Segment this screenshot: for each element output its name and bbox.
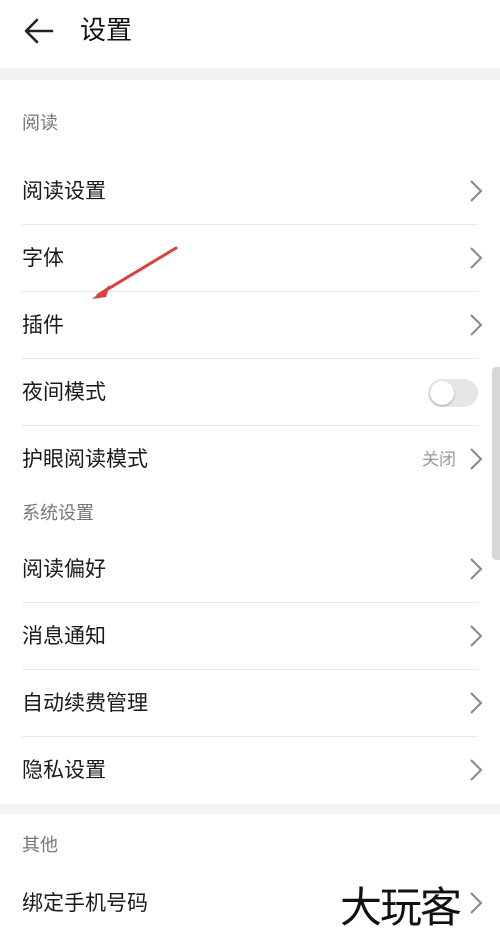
settings-item-label: 消息通知 — [22, 624, 106, 648]
page-title: 设置 — [80, 16, 133, 46]
chevron-right-icon — [470, 759, 483, 781]
night-mode-toggle[interactable] — [428, 379, 478, 407]
chevron-right-icon — [470, 314, 483, 336]
settings-item-value: 关闭 — [422, 450, 456, 470]
settings-item-label: 隐私设置 — [22, 758, 106, 782]
settings-item-night-mode: 夜间模式 — [22, 359, 478, 426]
chevron-right-icon — [470, 692, 483, 714]
settings-item-auto-renewal[interactable]: 自动续费管理 — [22, 670, 483, 737]
settings-item-reading-preference[interactable]: 阅读偏好 — [22, 536, 483, 603]
settings-item-label: 绑定手机号码 — [22, 891, 148, 915]
settings-item-label: 阅读设置 — [22, 179, 106, 203]
annotation-arrow — [92, 246, 178, 299]
settings-item-label: 护眼阅读模式 — [22, 447, 148, 471]
watermark-logo: 大玩客 — [340, 883, 462, 932]
chevron-right-icon — [470, 448, 483, 470]
section-title-reading: 阅读 — [22, 113, 58, 134]
toggle-knob — [430, 381, 454, 405]
chevron-right-icon — [470, 558, 483, 580]
chevron-right-icon — [470, 247, 483, 269]
settings-item-label: 字体 — [22, 246, 64, 270]
section-reading: 阅读 阅读设置 字体 插件 夜间模式 护眼阅读模式 关闭 — [0, 80, 500, 493]
section-title-system: 系统设置 — [22, 503, 94, 524]
arrow-left-icon[interactable] — [22, 14, 56, 48]
settings-item-label: 夜间模式 — [22, 380, 106, 404]
section-system: 系统设置 阅读偏好 消息通知 自动续费管理 隐私设置 — [0, 480, 500, 804]
chevron-right-icon — [470, 625, 483, 647]
scroll-indicator — [492, 367, 500, 560]
settings-item-label: 自动续费管理 — [22, 691, 148, 715]
chevron-right-icon — [470, 892, 483, 914]
settings-item-label: 阅读偏好 — [22, 557, 106, 581]
settings-item-notifications[interactable]: 消息通知 — [22, 603, 483, 670]
settings-item-reading-settings[interactable]: 阅读设置 — [22, 158, 483, 225]
section-title-other: 其他 — [22, 835, 58, 856]
settings-item-label: 插件 — [22, 313, 64, 337]
chevron-right-icon — [470, 180, 483, 202]
app-header: 设置 — [0, 0, 500, 68]
settings-item-privacy[interactable]: 隐私设置 — [22, 737, 483, 804]
